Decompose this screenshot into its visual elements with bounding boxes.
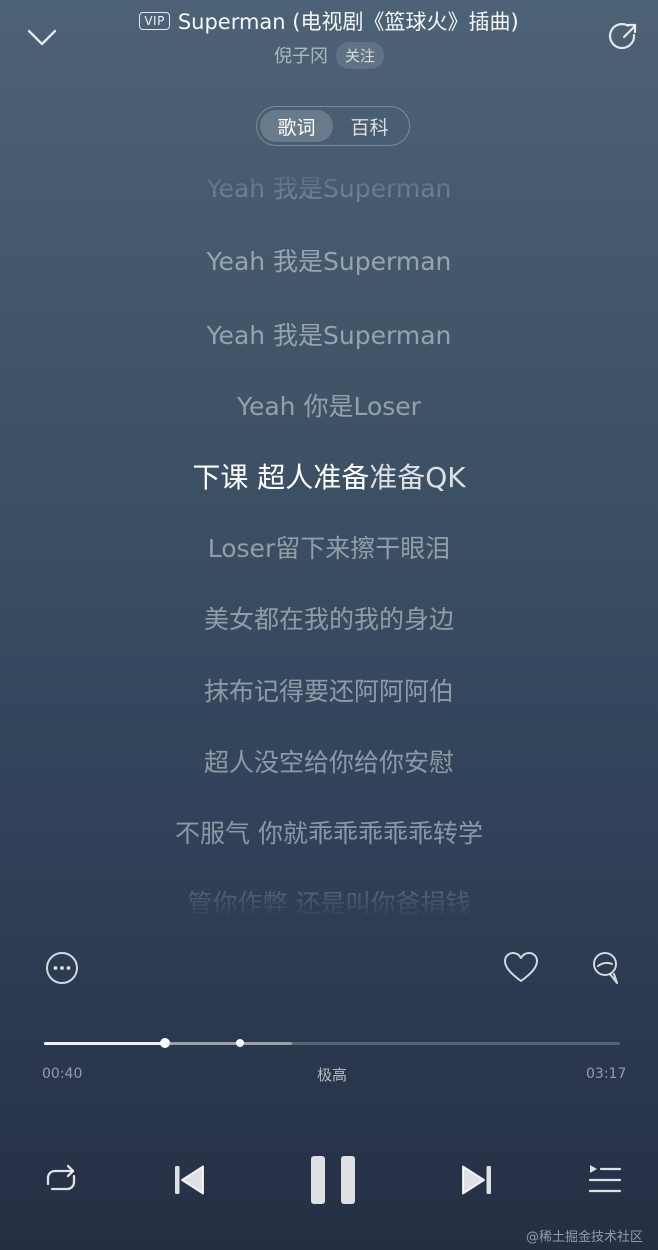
pause-icon	[311, 1156, 355, 1204]
lyric-line[interactable]: 美女都在我的我的身边	[0, 600, 658, 636]
lyric-line[interactable]: 管你作弊 还是叫你爸捐钱	[0, 884, 658, 920]
tab-encyclopedia[interactable]: 百科	[333, 110, 406, 142]
artist-row: 倪子冈 关注	[0, 40, 658, 70]
lyric-line[interactable]: 超人没空给你给你安慰	[0, 743, 658, 779]
lyric-line[interactable]: 不服气 你就乖乖乖乖乖转学	[0, 814, 658, 850]
tab-lyrics[interactable]: 歌词	[260, 110, 333, 142]
repeat-icon	[46, 1164, 76, 1191]
played-bar	[44, 1042, 165, 1045]
more-icon	[46, 952, 78, 984]
lyrics-panel[interactable]: Yeah 我是Superman Yeah 我是Superman Yeah 我是S…	[0, 160, 658, 920]
lyric-sung-part: 下课 超人准备	[192, 461, 370, 494]
total-time: 03:17	[586, 1066, 627, 1082]
lyric-line[interactable]: Yeah 你是Loser	[0, 387, 658, 423]
title-row: VIP Superman (电视剧《篮球火》插曲)	[0, 6, 658, 36]
heart-icon	[504, 952, 538, 982]
more-button[interactable]	[44, 950, 80, 986]
comment-icon	[593, 952, 618, 984]
previous-icon	[175, 1165, 204, 1195]
lyric-line[interactable]: Loser留下来擦干眼泪	[0, 529, 658, 565]
like-button[interactable]	[502, 950, 540, 986]
song-title: Superman (电视剧《篮球火》插曲)	[177, 10, 519, 34]
progress-thumb[interactable]	[159, 1038, 170, 1048]
view-switcher: 歌词 百科	[256, 106, 410, 146]
playlist-button[interactable]	[586, 1162, 624, 1198]
lyric-line[interactable]: Yeah 我是Superman	[0, 169, 658, 205]
previous-button[interactable]	[172, 1162, 206, 1198]
lyric-line[interactable]: Yeah 我是Superman	[0, 316, 658, 352]
quality-selector[interactable]: 极高	[0, 1064, 658, 1085]
repeat-button[interactable]	[42, 1162, 80, 1198]
next-button[interactable]	[460, 1162, 494, 1198]
follow-button[interactable]: 关注	[335, 41, 384, 69]
lyric-line[interactable]: Yeah 我是Superman	[0, 242, 658, 278]
watermark: @稀土掘金技术社区	[526, 1230, 644, 1245]
progress-marker	[236, 1039, 244, 1047]
lyric-line[interactable]: 抹布记得要还阿阿阿伯	[0, 672, 658, 708]
lyric-unsung-part: 准备QK	[369, 461, 466, 494]
playlist-icon	[588, 1165, 622, 1193]
vip-badge: VIP	[139, 12, 170, 30]
current-lyric-line[interactable]: 下课 超人准备准备QK	[0, 456, 658, 496]
artist-name[interactable]: 倪子冈	[274, 42, 328, 68]
comment-button[interactable]	[588, 950, 624, 988]
pause-button[interactable]	[309, 1154, 357, 1206]
next-icon	[462, 1165, 491, 1195]
